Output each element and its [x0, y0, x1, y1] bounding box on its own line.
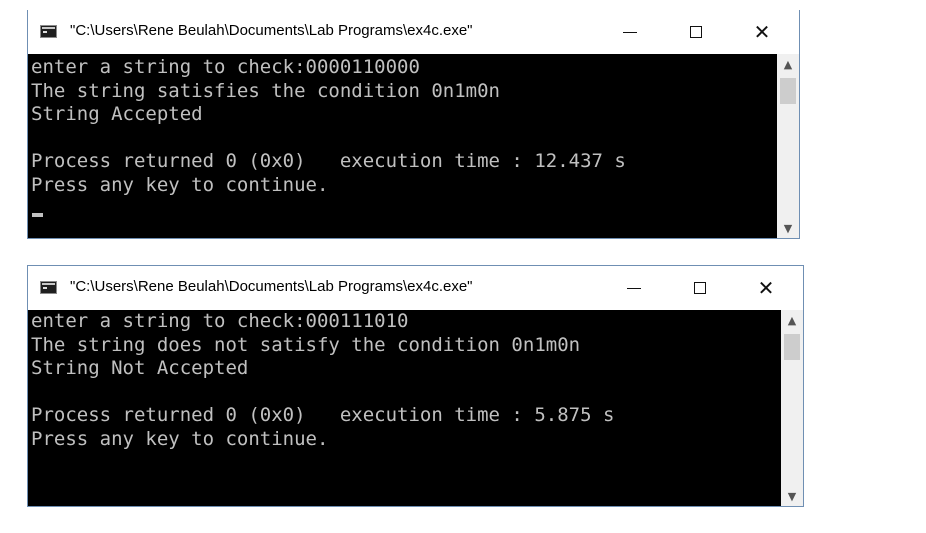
scroll-thumb[interactable] — [780, 78, 796, 104]
console-app-icon[interactable] — [40, 281, 57, 294]
window-title: "C:\Users\Rene Beulah\Documents\Lab Prog… — [70, 278, 473, 295]
console-line: Process returned 0 (0x0) execution time … — [31, 404, 615, 426]
console-output[interactable]: enter a string to check:000111010 The st… — [28, 310, 781, 506]
text-cursor — [32, 213, 43, 217]
minimize-icon[interactable] — [611, 266, 657, 310]
scroll-up-icon[interactable]: ▲ — [777, 54, 799, 74]
scroll-down-icon[interactable]: ▼ — [781, 486, 803, 506]
console-app-icon[interactable] — [40, 25, 57, 38]
console-line: Press any key to continue. — [31, 427, 329, 450]
window-title: "C:\Users\Rene Beulah\Documents\Lab Prog… — [70, 22, 473, 39]
console-line: Press any key to continue. — [31, 173, 329, 196]
console-window-2: "C:\Users\Rene Beulah\Documents\Lab Prog… — [27, 265, 804, 507]
maximize-icon[interactable] — [677, 266, 723, 310]
title-bar[interactable]: "C:\Users\Rene Beulah\Documents\Lab Prog… — [28, 266, 803, 310]
console-window-1: "C:\Users\Rene Beulah\Documents\Lab Prog… — [27, 10, 800, 239]
console-line: enter a string to check:000111010 — [31, 310, 409, 332]
minimize-icon[interactable] — [607, 10, 653, 54]
scroll-down-icon[interactable]: ▼ — [777, 218, 799, 238]
close-icon[interactable]: ✕ — [739, 10, 785, 54]
vertical-scrollbar[interactable]: ▲ ▼ — [777, 54, 799, 238]
maximize-icon[interactable] — [673, 10, 719, 54]
close-icon[interactable]: ✕ — [743, 266, 789, 310]
console-line: enter a string to check:0000110000 — [31, 56, 420, 78]
console-line: Process returned 0 (0x0) execution time … — [31, 150, 626, 172]
console-line: The string satisfies the condition 0n1m0… — [31, 79, 500, 102]
scroll-thumb[interactable] — [784, 334, 800, 360]
title-bar[interactable]: "C:\Users\Rene Beulah\Documents\Lab Prog… — [28, 10, 799, 54]
console-output[interactable]: enter a string to check:0000110000 The s… — [28, 54, 777, 238]
console-line: String Not Accepted — [31, 357, 249, 379]
scroll-up-icon[interactable]: ▲ — [781, 310, 803, 330]
console-line: The string does not satisfy the conditio… — [31, 333, 581, 356]
console-line: String Accepted — [31, 103, 203, 125]
vertical-scrollbar[interactable]: ▲ ▼ — [781, 310, 803, 506]
